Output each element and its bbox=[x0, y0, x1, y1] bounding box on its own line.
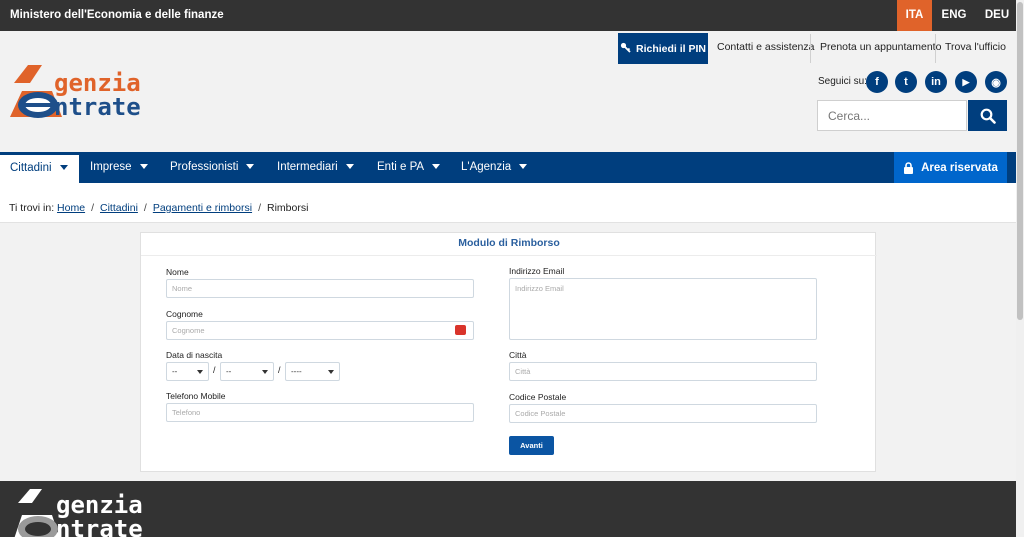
footer: genzia ntrate bbox=[0, 481, 1016, 537]
breadcrumb-current: Rimborsi bbox=[266, 202, 309, 214]
nav-professionisti[interactable]: Professionisti bbox=[170, 152, 255, 183]
birth-day-select[interactable]: -- bbox=[166, 362, 209, 381]
nav-imprese-label: Imprese bbox=[90, 161, 132, 173]
area-riservata-label: Area riservata bbox=[921, 161, 998, 174]
chevron-down-icon bbox=[519, 164, 528, 170]
agenzia-entrate-logo[interactable]: genzia ntrate bbox=[8, 61, 188, 121]
date-separator: / bbox=[213, 365, 216, 375]
telefono-input[interactable] bbox=[166, 403, 474, 422]
birth-year-select[interactable]: ---- bbox=[285, 362, 340, 381]
birth-month-select[interactable]: -- bbox=[220, 362, 274, 381]
breadcrumb-home[interactable]: Home bbox=[57, 202, 85, 214]
cognome-label: Cognome bbox=[166, 309, 203, 319]
twitter-icon[interactable]: t bbox=[895, 71, 917, 93]
area-riservata-button[interactable]: Area riservata bbox=[894, 152, 1007, 183]
citta-input[interactable] bbox=[509, 362, 817, 381]
nav-intermediari[interactable]: Intermediari bbox=[277, 152, 354, 183]
nav-enti-pa-label: Enti e PA bbox=[377, 161, 425, 173]
nav-imprese[interactable]: Imprese bbox=[90, 152, 148, 183]
chevron-down-icon bbox=[262, 370, 268, 374]
breadcrumb-cittadini[interactable]: Cittadini bbox=[100, 202, 138, 214]
form-title: Modulo di Rimborso bbox=[141, 233, 877, 256]
nav-agenzia-label: L'Agenzia bbox=[461, 161, 512, 173]
logo-line2: ntrate bbox=[54, 93, 141, 121]
email-label: Indirizzo Email bbox=[509, 266, 565, 276]
header-divider bbox=[935, 34, 936, 63]
lock-icon bbox=[904, 161, 914, 174]
follow-label: Seguici su: bbox=[818, 76, 867, 87]
chevron-down-icon bbox=[246, 164, 255, 170]
nav-enti-pa[interactable]: Enti e PA bbox=[377, 152, 441, 183]
email-input[interactable] bbox=[509, 278, 817, 340]
chevron-down-icon bbox=[59, 165, 68, 171]
scrollbar-thumb[interactable] bbox=[1017, 2, 1023, 320]
contatti-link[interactable]: Contatti e assistenza bbox=[717, 41, 814, 53]
trova-ufficio-link[interactable]: Trova l'ufficio bbox=[945, 41, 1006, 53]
date-separator: / bbox=[278, 365, 281, 375]
lang-eng[interactable]: ENG bbox=[936, 0, 972, 31]
chevron-down-icon bbox=[432, 164, 441, 170]
nascita-label: Data di nascita bbox=[166, 350, 223, 360]
birth-day-value: -- bbox=[172, 367, 178, 376]
avanti-button[interactable]: Avanti bbox=[509, 436, 554, 455]
header: genzia ntrate Richiedi il PIN Contatti e… bbox=[0, 31, 1016, 152]
chevron-down-icon bbox=[197, 370, 203, 374]
nav-cittadini[interactable]: Cittadini bbox=[0, 152, 79, 183]
key-icon bbox=[620, 42, 631, 56]
breadcrumb-pagamenti[interactable]: Pagamenti e rimborsi bbox=[153, 202, 252, 214]
main-nav: Cittadini Imprese Professionisti Interme… bbox=[0, 152, 1016, 183]
search-icon bbox=[980, 108, 996, 124]
chevron-down-icon bbox=[139, 164, 148, 170]
breadcrumb-separator: / bbox=[258, 202, 261, 214]
nav-cittadini-label: Cittadini bbox=[10, 162, 52, 174]
youtube-icon[interactable]: ▶ bbox=[955, 71, 977, 93]
richiedi-pin-button[interactable]: Richiedi il PIN bbox=[618, 33, 708, 64]
search-button[interactable] bbox=[968, 100, 1007, 131]
header-divider bbox=[810, 34, 811, 63]
refund-form-card: Modulo di Rimborso Nome Cognome Data di … bbox=[140, 232, 877, 472]
richiedi-pin-label: Richiedi il PIN bbox=[635, 42, 706, 55]
ministry-link[interactable]: Ministero dell'Economia e delle finanze bbox=[10, 9, 224, 21]
breadcrumb-separator: / bbox=[91, 202, 94, 214]
nome-input[interactable] bbox=[166, 279, 474, 298]
chevron-down-icon bbox=[328, 370, 334, 374]
search-input[interactable] bbox=[818, 101, 966, 130]
nome-label: Nome bbox=[166, 267, 189, 277]
birth-month-value: -- bbox=[226, 367, 232, 376]
prenota-link[interactable]: Prenota un appuntamento bbox=[820, 41, 941, 53]
breadcrumb-separator: / bbox=[143, 202, 147, 214]
citta-label: Città bbox=[509, 350, 527, 360]
footer-logo-line2: ntrate bbox=[56, 515, 143, 537]
birth-year-value: ---- bbox=[291, 367, 302, 376]
lang-deu[interactable]: DEU bbox=[980, 0, 1014, 31]
page-scrollbar[interactable] bbox=[1016, 0, 1024, 537]
telefono-label: Telefono Mobile bbox=[166, 391, 226, 401]
linkedin-icon[interactable]: in bbox=[925, 71, 947, 93]
cognome-input[interactable] bbox=[166, 321, 474, 340]
nav-professionisti-label: Professionisti bbox=[170, 161, 239, 173]
facebook-icon[interactable]: f bbox=[866, 71, 888, 93]
search-field bbox=[817, 100, 967, 131]
password-manager-icon[interactable] bbox=[455, 325, 466, 335]
breadcrumb-prefix: Ti trovi in: bbox=[9, 202, 55, 214]
rss-icon[interactable]: ◉ bbox=[985, 71, 1007, 93]
cap-input[interactable] bbox=[509, 404, 817, 423]
cap-label: Codice Postale bbox=[509, 392, 567, 402]
lang-ita[interactable]: ITA bbox=[897, 0, 932, 31]
top-bar: Ministero dell'Economia e delle finanze … bbox=[0, 0, 1016, 31]
chevron-down-icon bbox=[345, 164, 354, 170]
nav-agenzia[interactable]: L'Agenzia bbox=[461, 152, 528, 183]
breadcrumb: Ti trovi in: Home / Cittadini / Pagamenti e … bbox=[0, 183, 1016, 223]
nav-intermediari-label: Intermediari bbox=[277, 161, 338, 173]
